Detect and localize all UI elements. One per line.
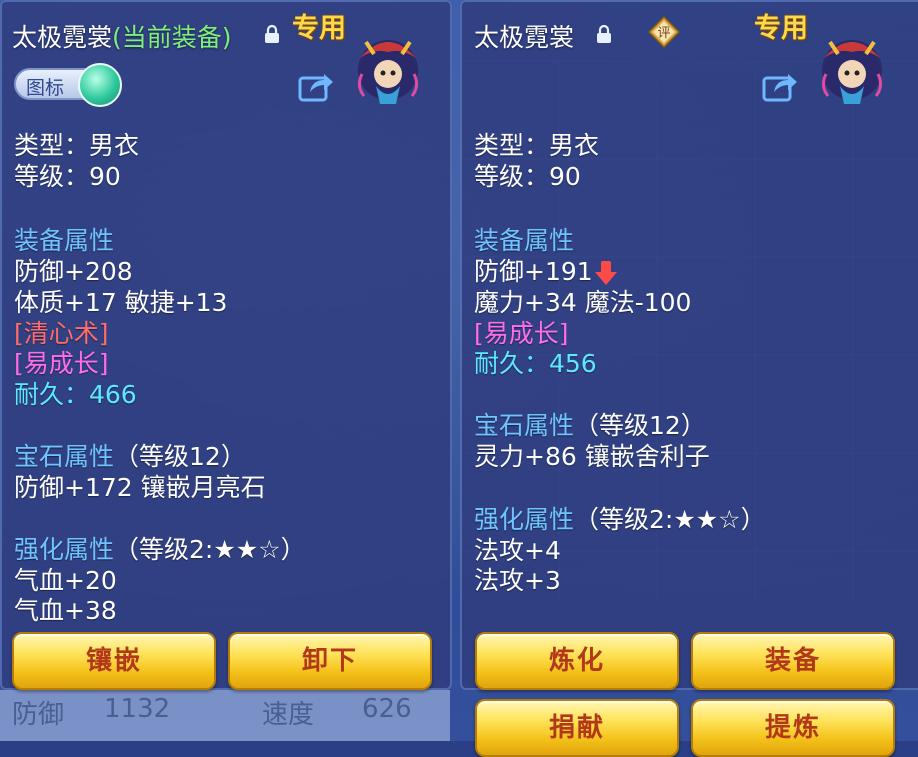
avatar-icon bbox=[357, 40, 419, 104]
enhance-effect-2: 法攻+3 bbox=[474, 566, 561, 595]
rate-icon[interactable]: 评 bbox=[648, 16, 680, 48]
equipped-item-tooltip: 太极霓裳(当前装备) 专用 图标 类型：男衣 等级：90 装备属性 防御+208… bbox=[0, 0, 452, 690]
equipped-tag: (当前装备) bbox=[112, 23, 232, 52]
rate-icon-label: 评 bbox=[657, 26, 670, 41]
enhance-level: （等级2:★★☆） bbox=[574, 505, 766, 534]
durability: 耐久：466 bbox=[14, 380, 137, 409]
durability: 耐久：456 bbox=[474, 349, 597, 378]
enhance-header-label: 强化属性 bbox=[14, 535, 115, 564]
item-level: 等级：90 bbox=[14, 162, 121, 191]
item-level: 等级：90 bbox=[474, 162, 581, 191]
gem-level: （等级12） bbox=[114, 442, 246, 471]
gem-effect: 灵力+86 镶嵌舍利子 bbox=[474, 442, 710, 471]
enhance-header-label: 强化属性 bbox=[474, 505, 575, 534]
defense-value: 防御+191 bbox=[474, 257, 593, 286]
gem-header-label: 宝石属性 bbox=[14, 442, 115, 471]
lock-icon bbox=[265, 24, 279, 43]
special-use-label: 专用 bbox=[754, 13, 808, 44]
unequip-button[interactable]: 卸下 bbox=[228, 632, 432, 690]
avatar-icon bbox=[821, 40, 883, 104]
defense-stat-value: 1132 bbox=[104, 694, 171, 724]
gem-effect: 防御+172 镶嵌月亮石 bbox=[14, 473, 266, 502]
gem-header-label: 宝石属性 bbox=[474, 411, 575, 440]
defense-stat-label: 防御 bbox=[12, 700, 65, 730]
donate-button[interactable]: 捐献 bbox=[475, 699, 679, 757]
enhance-level: （等级2:★★☆） bbox=[114, 535, 306, 564]
character-stats-strip: 防御 1132 速度 626 bbox=[0, 690, 450, 741]
toggle-knob-icon bbox=[78, 63, 122, 107]
icon-toggle[interactable]: 图标 bbox=[14, 63, 122, 107]
item-name: 太极霓裳 bbox=[12, 23, 113, 52]
enhance-effect-2: 气血+38 bbox=[14, 596, 117, 625]
speed-stat-label: 速度 bbox=[262, 700, 315, 730]
compare-item-name: 太极霓裳 bbox=[474, 23, 575, 52]
refine-button[interactable]: 炼化 bbox=[475, 632, 679, 690]
gem-level: （等级12） bbox=[574, 411, 706, 440]
icon-toggle-label: 图标 bbox=[26, 77, 65, 99]
extract-button[interactable]: 提炼 bbox=[691, 699, 895, 757]
lock-icon bbox=[597, 24, 611, 43]
item-title: 太极霓裳(当前装备) bbox=[12, 18, 232, 54]
compare-item-tooltip: 太极霓裳 评 专用 类型：男衣 等级：90 装备属性 防御+191 魔力+34 … bbox=[460, 0, 918, 757]
share-icon[interactable] bbox=[298, 70, 334, 102]
share-icon[interactable] bbox=[762, 70, 798, 102]
special-use-label: 专用 bbox=[292, 13, 346, 44]
speed-stat-value: 626 bbox=[362, 694, 412, 724]
inlay-button[interactable]: 镶嵌 bbox=[12, 632, 216, 690]
equip-button[interactable]: 装备 bbox=[691, 632, 895, 690]
